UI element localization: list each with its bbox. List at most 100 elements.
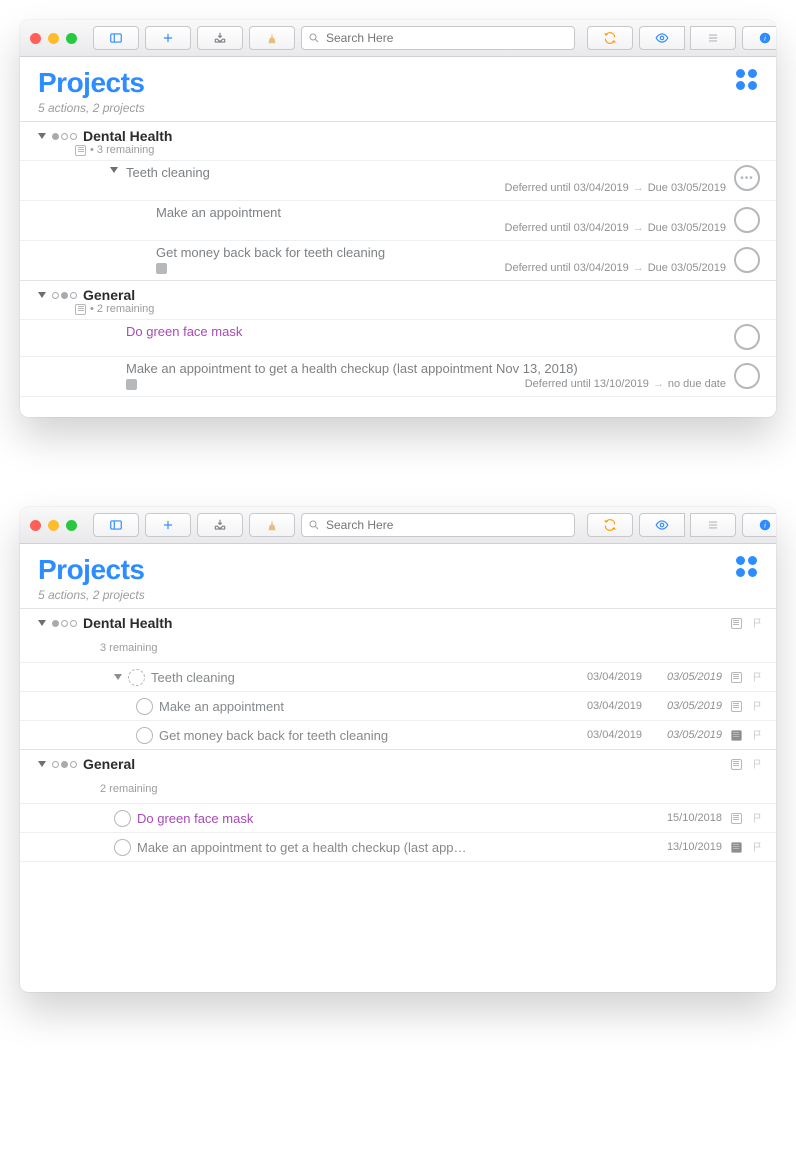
view-button[interactable] (639, 513, 685, 537)
task-title: Make an appointment to get a health chec… (126, 361, 726, 376)
project-name: General (83, 756, 135, 772)
zoom-icon[interactable] (66, 520, 77, 531)
task-title: Get money back back for teeth cleaning (159, 728, 388, 743)
sidebar-toggle-button[interactable] (93, 26, 139, 50)
due-date: 03/05/2019 (648, 671, 722, 683)
add-button[interactable] (145, 513, 191, 537)
note-column-icon[interactable] (728, 701, 744, 712)
page-header: Projects 5 actions, 2 projects (20, 544, 776, 608)
minimize-icon[interactable] (48, 33, 59, 44)
task-title: Get money back back for teeth cleaning (156, 245, 726, 260)
task-row[interactable]: Make an appointment Deferred until 03/04… (20, 200, 776, 240)
close-icon[interactable] (30, 33, 41, 44)
project-remaining: 3 remaining (20, 637, 776, 662)
status-circle-icon[interactable] (128, 669, 145, 686)
flag-column-icon[interactable] (750, 758, 766, 770)
task-row[interactable]: Do green face mask 15/10/2018 (20, 803, 776, 832)
status-circle-icon[interactable] (114, 839, 131, 856)
flag-column-icon[interactable] (750, 617, 766, 629)
project-remaining: 2 remaining (20, 778, 776, 803)
search-field[interactable] (301, 26, 575, 50)
task-title: Make an appointment (159, 699, 284, 714)
task-dates: Deferred until 03/04/2019→Due 03/05/2019 (126, 182, 726, 194)
flag-column-icon[interactable] (750, 700, 766, 712)
note-column-icon[interactable] (728, 759, 744, 770)
close-icon[interactable] (30, 520, 41, 531)
inbox-button[interactable] (197, 26, 243, 50)
perspective-icon[interactable] (736, 69, 758, 90)
task-title: Teeth cleaning (151, 670, 235, 685)
task-row[interactable]: Get money back back for teeth cleaning D… (20, 240, 776, 280)
task-dates: Deferred until 03/04/2019→Due 03/05/2019 (156, 222, 726, 234)
sidebar-toggle-button[interactable] (93, 513, 139, 537)
status-circle-icon[interactable] (136, 727, 153, 744)
disclosure-triangle-icon[interactable] (38, 292, 46, 298)
task-row[interactable]: Make an appointment to get a health chec… (20, 356, 776, 396)
app-window-column: i Projects 5 actions, 2 projects Dental … (20, 507, 776, 992)
cleanup-button[interactable] (249, 513, 295, 537)
disclosure-triangle-icon[interactable] (38, 620, 46, 626)
task-dates: Deferred until 13/10/2019→no due date (126, 378, 726, 390)
status-circle-icon[interactable] (734, 324, 760, 350)
task-row[interactable]: Do green face mask (20, 319, 776, 356)
page-header: Projects 5 actions, 2 projects (20, 57, 776, 121)
inspector-button[interactable]: i (742, 26, 776, 50)
flag-column-icon[interactable] (750, 671, 766, 683)
perspective-icon[interactable] (736, 556, 758, 577)
inbox-button[interactable] (197, 513, 243, 537)
project-header-general[interactable]: General (20, 281, 776, 303)
disclosure-triangle-icon[interactable] (110, 167, 118, 173)
status-circle-icon[interactable] (136, 698, 153, 715)
status-circle-icon[interactable] (734, 247, 760, 273)
note-column-icon[interactable] (728, 842, 744, 853)
disclosure-triangle-icon[interactable] (114, 674, 122, 680)
flag-column-icon[interactable] (750, 812, 766, 824)
search-input[interactable] (324, 517, 568, 533)
list-mode-button[interactable] (690, 513, 736, 537)
sync-button[interactable] (587, 26, 633, 50)
flag-column-icon[interactable] (750, 841, 766, 853)
task-row[interactable]: Teeth cleaning Deferred until 03/04/2019… (20, 160, 776, 200)
page-title: Projects (38, 67, 758, 99)
note-column-icon[interactable] (728, 618, 744, 629)
project-row[interactable]: Dental Health (20, 608, 776, 637)
task-row[interactable]: Make an appointment 03/04/2019 03/05/201… (20, 691, 776, 720)
inspector-button[interactable]: i (742, 513, 776, 537)
list-mode-button[interactable] (690, 26, 736, 50)
task-title: Make an appointment to get a health chec… (137, 840, 467, 855)
disclosure-triangle-icon[interactable] (38, 761, 46, 767)
add-button[interactable] (145, 26, 191, 50)
project-type-icon (52, 761, 77, 768)
sync-button[interactable] (587, 513, 633, 537)
note-column-icon[interactable] (728, 672, 744, 683)
note-column-icon[interactable] (728, 730, 744, 741)
task-row[interactable]: Teeth cleaning 03/04/2019 03/05/2019 (20, 662, 776, 691)
cleanup-button[interactable] (249, 26, 295, 50)
page-title: Projects (38, 554, 758, 586)
status-circle-icon[interactable] (114, 810, 131, 827)
svg-text:i: i (764, 34, 766, 42)
project-section: General • 2 remaining Do green face mask… (20, 280, 776, 396)
disclosure-triangle-icon[interactable] (38, 133, 46, 139)
more-icon[interactable]: ••• (734, 165, 760, 191)
note-icon (75, 304, 86, 315)
note-column-icon[interactable] (728, 813, 744, 824)
project-row[interactable]: General (20, 749, 776, 778)
due-date: 03/05/2019 (648, 729, 722, 741)
app-window-fluid: i Projects 5 actions, 2 projects Dental … (20, 20, 776, 417)
note-icon (126, 379, 137, 390)
project-header-dental[interactable]: Dental Health (20, 122, 776, 144)
window-controls (30, 33, 77, 44)
defer-date: 03/04/2019 (568, 729, 642, 741)
flag-column-icon[interactable] (750, 729, 766, 741)
minimize-icon[interactable] (48, 520, 59, 531)
project-type-icon (52, 620, 77, 627)
task-row[interactable]: Make an appointment to get a health chec… (20, 832, 776, 861)
search-field[interactable] (301, 513, 575, 537)
view-button[interactable] (639, 26, 685, 50)
task-row[interactable]: Get money back back for teeth cleaning 0… (20, 720, 776, 749)
status-circle-icon[interactable] (734, 207, 760, 233)
status-circle-icon[interactable] (734, 363, 760, 389)
zoom-icon[interactable] (66, 33, 77, 44)
search-input[interactable] (324, 30, 568, 46)
